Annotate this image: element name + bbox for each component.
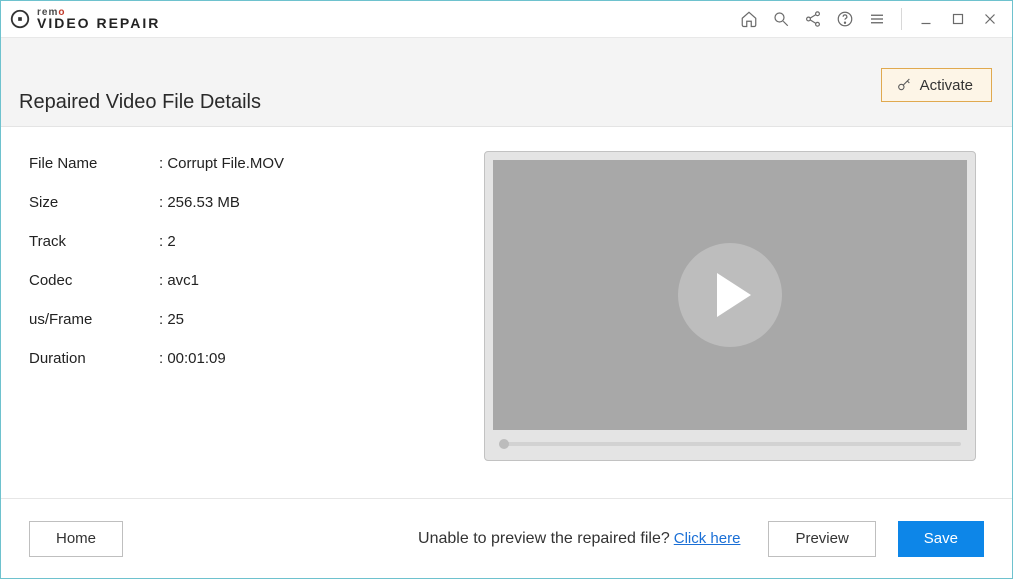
header-strip: Repaired Video File Details Activate	[1, 37, 1012, 127]
detail-row-size: Size : 256.53 MB	[29, 194, 484, 211]
maximize-button[interactable]	[944, 5, 972, 33]
detail-value: : 25	[159, 311, 184, 328]
detail-row-duration: Duration : 00:01:09	[29, 350, 484, 367]
home-icon[interactable]	[735, 5, 763, 33]
home-button[interactable]: Home	[29, 521, 123, 557]
detail-label: Codec	[29, 272, 159, 289]
activate-label: Activate	[920, 77, 973, 94]
detail-row-codec: Codec : avc1	[29, 272, 484, 289]
footer: Home Unable to preview the repaired file…	[1, 498, 1012, 578]
app-logo: remo VIDEO REPAIR	[9, 8, 160, 31]
detail-label: Track	[29, 233, 159, 250]
video-area[interactable]	[493, 160, 967, 430]
home-label: Home	[56, 530, 96, 547]
minimize-button[interactable]	[912, 5, 940, 33]
preview-label: Preview	[795, 530, 848, 547]
click-here-link[interactable]: Click here	[674, 530, 741, 547]
footer-message-area: Unable to preview the repaired file? Cli…	[418, 530, 740, 548]
search-icon[interactable]	[767, 5, 795, 33]
video-progress-bar[interactable]	[499, 442, 961, 446]
menu-icon[interactable]	[863, 5, 891, 33]
key-icon	[896, 77, 912, 93]
activate-button[interactable]: Activate	[881, 68, 992, 102]
detail-row-filename: File Name : Corrupt File.MOV	[29, 155, 484, 172]
titlebar: remo VIDEO REPAIR	[1, 1, 1012, 37]
titlebar-icons	[735, 5, 1004, 33]
detail-value: : avc1	[159, 272, 199, 289]
close-button[interactable]	[976, 5, 1004, 33]
play-button[interactable]	[678, 243, 782, 347]
save-button[interactable]: Save	[898, 521, 984, 557]
page-title: Repaired Video File Details	[19, 91, 261, 114]
play-icon	[717, 273, 751, 317]
video-preview-box	[484, 151, 976, 461]
detail-value: : 2	[159, 233, 176, 250]
preview-button[interactable]: Preview	[768, 521, 875, 557]
detail-value: : 256.53 MB	[159, 194, 240, 211]
save-label: Save	[924, 530, 958, 547]
help-icon[interactable]	[831, 5, 859, 33]
footer-message: Unable to preview the repaired file?	[418, 530, 670, 548]
progress-thumb[interactable]	[499, 439, 509, 449]
detail-label: Size	[29, 194, 159, 211]
detail-row-track: Track : 2	[29, 233, 484, 250]
detail-value: : 00:01:09	[159, 350, 226, 367]
detail-value: : Corrupt File.MOV	[159, 155, 284, 172]
titlebar-divider	[901, 8, 902, 30]
detail-row-usframe: us/Frame : 25	[29, 311, 484, 328]
details-panel: File Name : Corrupt File.MOV Size : 256.…	[29, 151, 484, 486]
content-area: File Name : Corrupt File.MOV Size : 256.…	[1, 127, 1012, 498]
detail-label: File Name	[29, 155, 159, 172]
detail-label: Duration	[29, 350, 159, 367]
share-icon[interactable]	[799, 5, 827, 33]
detail-label: us/Frame	[29, 311, 159, 328]
